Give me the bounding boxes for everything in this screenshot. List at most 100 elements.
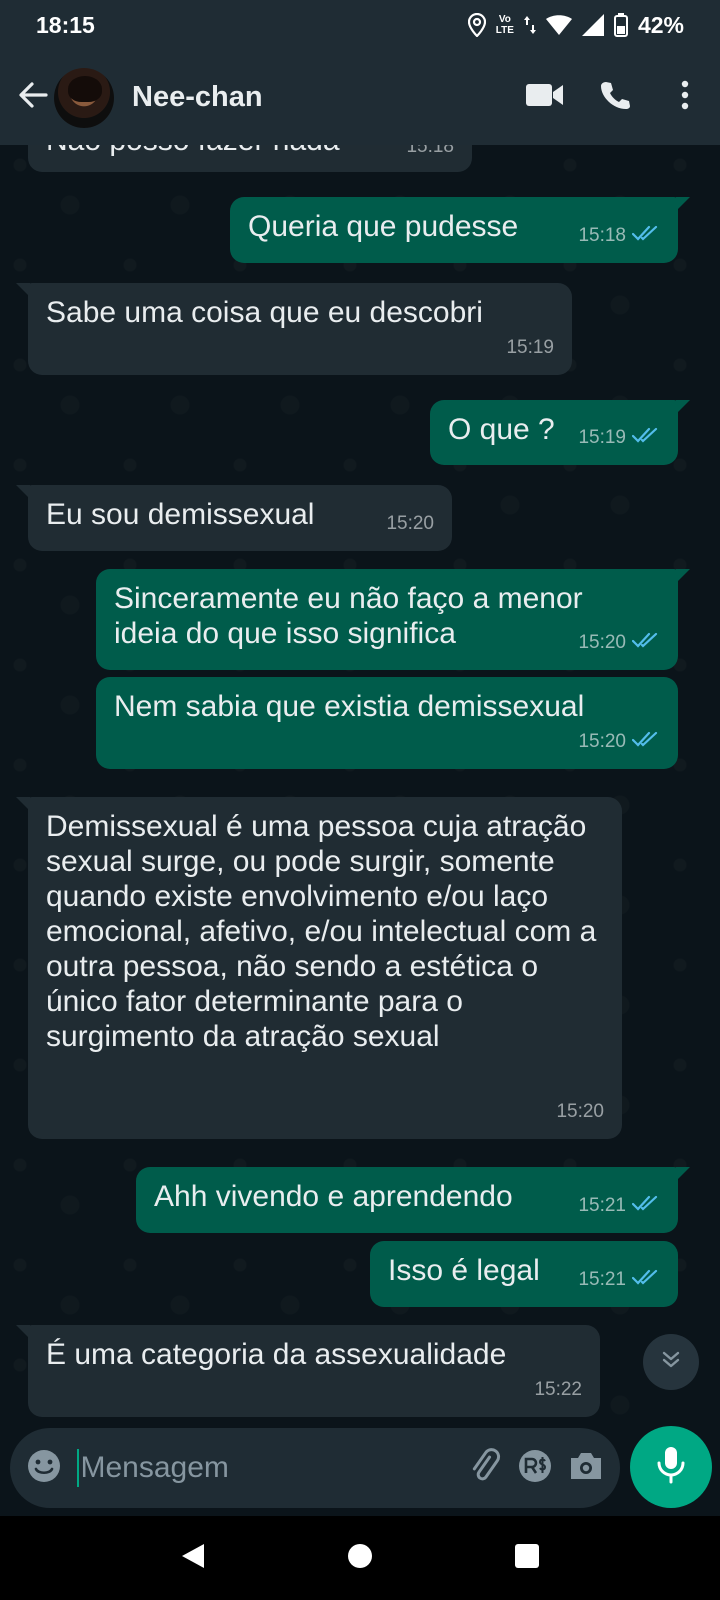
message-bubble-incoming[interactable]: Não posso fazer nada 15:18 <box>28 145 472 172</box>
message-meta: 15:20 <box>578 625 660 660</box>
more-options-button[interactable] <box>650 68 720 128</box>
arrow-left-icon <box>18 80 48 115</box>
message-text: Isso é legal <box>388 1254 540 1287</box>
bubble-tail <box>16 797 30 811</box>
bubble-tail <box>676 197 690 211</box>
double-check-icon <box>631 625 660 660</box>
message-meta: 15:21 <box>578 1262 660 1297</box>
message-text: O que ? <box>448 413 555 446</box>
double-check-icon <box>631 724 660 759</box>
status-icons: Vo LTE 42% <box>467 12 684 39</box>
system-navigation-bar <box>0 1516 720 1600</box>
message-bubble-outgoing[interactable]: Sinceramente eu não faço a menor ideia d… <box>96 569 690 670</box>
mic-icon <box>656 1446 686 1489</box>
bubble-tail <box>676 400 690 414</box>
voice-call-button[interactable] <box>580 68 650 128</box>
double-check-icon <box>631 1262 660 1297</box>
location-icon <box>467 13 486 37</box>
circle-home-icon <box>347 1543 373 1574</box>
message-time-label: 15:18 <box>406 145 454 157</box>
message-text: Demissexual é uma pessoa cuja atração se… <box>46 810 597 1053</box>
message-text: Sinceramente eu não faço a menor ideia d… <box>114 582 583 650</box>
message-meta: 15:19 <box>506 330 554 365</box>
message-composer <box>10 1428 620 1508</box>
paperclip-icon <box>467 1447 503 1489</box>
message-bubble-outgoing[interactable]: Queria que pudesse 15:18 <box>230 197 690 263</box>
emoji-icon <box>26 1448 62 1489</box>
message-text: Sabe uma coisa que eu descobri <box>46 296 483 329</box>
video-call-icon <box>526 82 564 113</box>
nav-recents-button[interactable] <box>497 1528 557 1588</box>
camera-icon <box>568 1450 604 1487</box>
message-text: Queria que pudesse <box>248 210 519 243</box>
double-check-icon <box>631 218 660 253</box>
double-check-icon <box>631 420 660 455</box>
scroll-to-bottom-button[interactable] <box>643 1334 699 1390</box>
back-button[interactable] <box>8 68 58 128</box>
message-bubble-outgoing[interactable]: Isso é legal 15:21 <box>370 1241 678 1307</box>
message-meta: 15:18 <box>578 218 660 253</box>
more-vert-icon <box>680 80 690 115</box>
bubble-tail <box>676 569 690 583</box>
message-bubble-outgoing[interactable]: O que ? 15:19 <box>430 400 690 465</box>
message-time-label: 15:20 <box>556 1101 604 1122</box>
square-recents-icon <box>514 1543 540 1574</box>
status-bar: 18:15 Vo LTE 42% <box>0 0 720 50</box>
wifi-icon <box>545 15 572 35</box>
message-text: Não posso fazer nada <box>46 145 340 157</box>
nav-home-button[interactable] <box>330 1528 390 1588</box>
payment-button[interactable] <box>517 1445 554 1491</box>
chevron-double-down-icon <box>659 1348 683 1377</box>
status-time: 18:15 <box>36 11 95 38</box>
message-bubble-incoming[interactable]: Eu sou demissexual 15:20 <box>16 485 452 551</box>
emoji-button[interactable] <box>26 1445 63 1491</box>
attach-button[interactable] <box>467 1445 504 1491</box>
message-time-label: 15:20 <box>386 513 434 534</box>
message-bubble-incoming[interactable]: Sabe uma coisa que eu descobri 15:19 <box>16 283 572 375</box>
bubble-tail <box>16 1325 30 1339</box>
contact-avatar[interactable] <box>54 67 114 128</box>
nav-back-button[interactable] <box>163 1528 223 1588</box>
message-time-label: 15:21 <box>578 1195 626 1216</box>
message-meta: 15:20 <box>578 724 660 759</box>
voice-message-button[interactable] <box>630 1426 712 1508</box>
data-arrows-icon <box>523 14 536 36</box>
message-meta: 15:20 <box>386 506 434 541</box>
video-call-button[interactable] <box>510 68 580 128</box>
chat-header: Nee-chan <box>0 50 720 145</box>
triangle-back-icon <box>180 1542 206 1575</box>
message-bubble-incoming[interactable]: É uma categoria da assexualidade 15:22 <box>16 1325 600 1417</box>
message-time-label: 15:21 <box>578 1269 626 1290</box>
message-bubble-incoming[interactable]: Demissexual é uma pessoa cuja atração se… <box>16 797 622 1139</box>
bubble-tail <box>16 485 30 499</box>
message-bubble-outgoing[interactable]: Nem sabia que existia demissexual 15:20 <box>96 677 678 769</box>
message-meta: 15:22 <box>534 1372 582 1407</box>
message-meta: 15:21 <box>578 1188 660 1223</box>
camera-button[interactable] <box>568 1445 605 1491</box>
message-time-label: 15:19 <box>578 427 626 448</box>
volte-label: Vo <box>498 14 511 25</box>
message-text: Eu sou demissexual <box>46 498 315 531</box>
payment-rs-icon <box>517 1448 553 1489</box>
message-time-label: 15:19 <box>506 337 554 358</box>
message-text: Ahh vivendo e aprendendo <box>154 1180 513 1213</box>
battery-icon <box>613 13 628 37</box>
message-meta: 15:19 <box>578 420 660 455</box>
signal-icon <box>581 14 604 36</box>
phone-icon <box>600 80 630 115</box>
message-input[interactable] <box>76 1449 467 1487</box>
message-text: É uma categoria da assexualidade <box>46 1338 507 1371</box>
double-check-icon <box>631 1188 660 1223</box>
message-meta: 15:20 <box>556 1094 604 1129</box>
contact-name[interactable]: Nee-chan <box>132 81 510 114</box>
message-time-label: 15:18 <box>578 225 626 246</box>
message-time-label: 15:22 <box>534 1379 582 1400</box>
message-text: Nem sabia que existia demissexual <box>114 690 585 723</box>
message-time-label: 15:20 <box>578 632 626 653</box>
message-time: 15:18 <box>406 145 454 164</box>
volte-indicator: Vo LTE <box>496 14 514 36</box>
bubble-tail <box>676 1167 690 1181</box>
message-list[interactable]: Não posso fazer nada 15:18 Queria que pu… <box>0 145 720 1425</box>
message-bubble-outgoing[interactable]: Ahh vivendo e aprendendo 15:21 <box>136 1167 690 1233</box>
lte-label: LTE <box>495 25 514 36</box>
